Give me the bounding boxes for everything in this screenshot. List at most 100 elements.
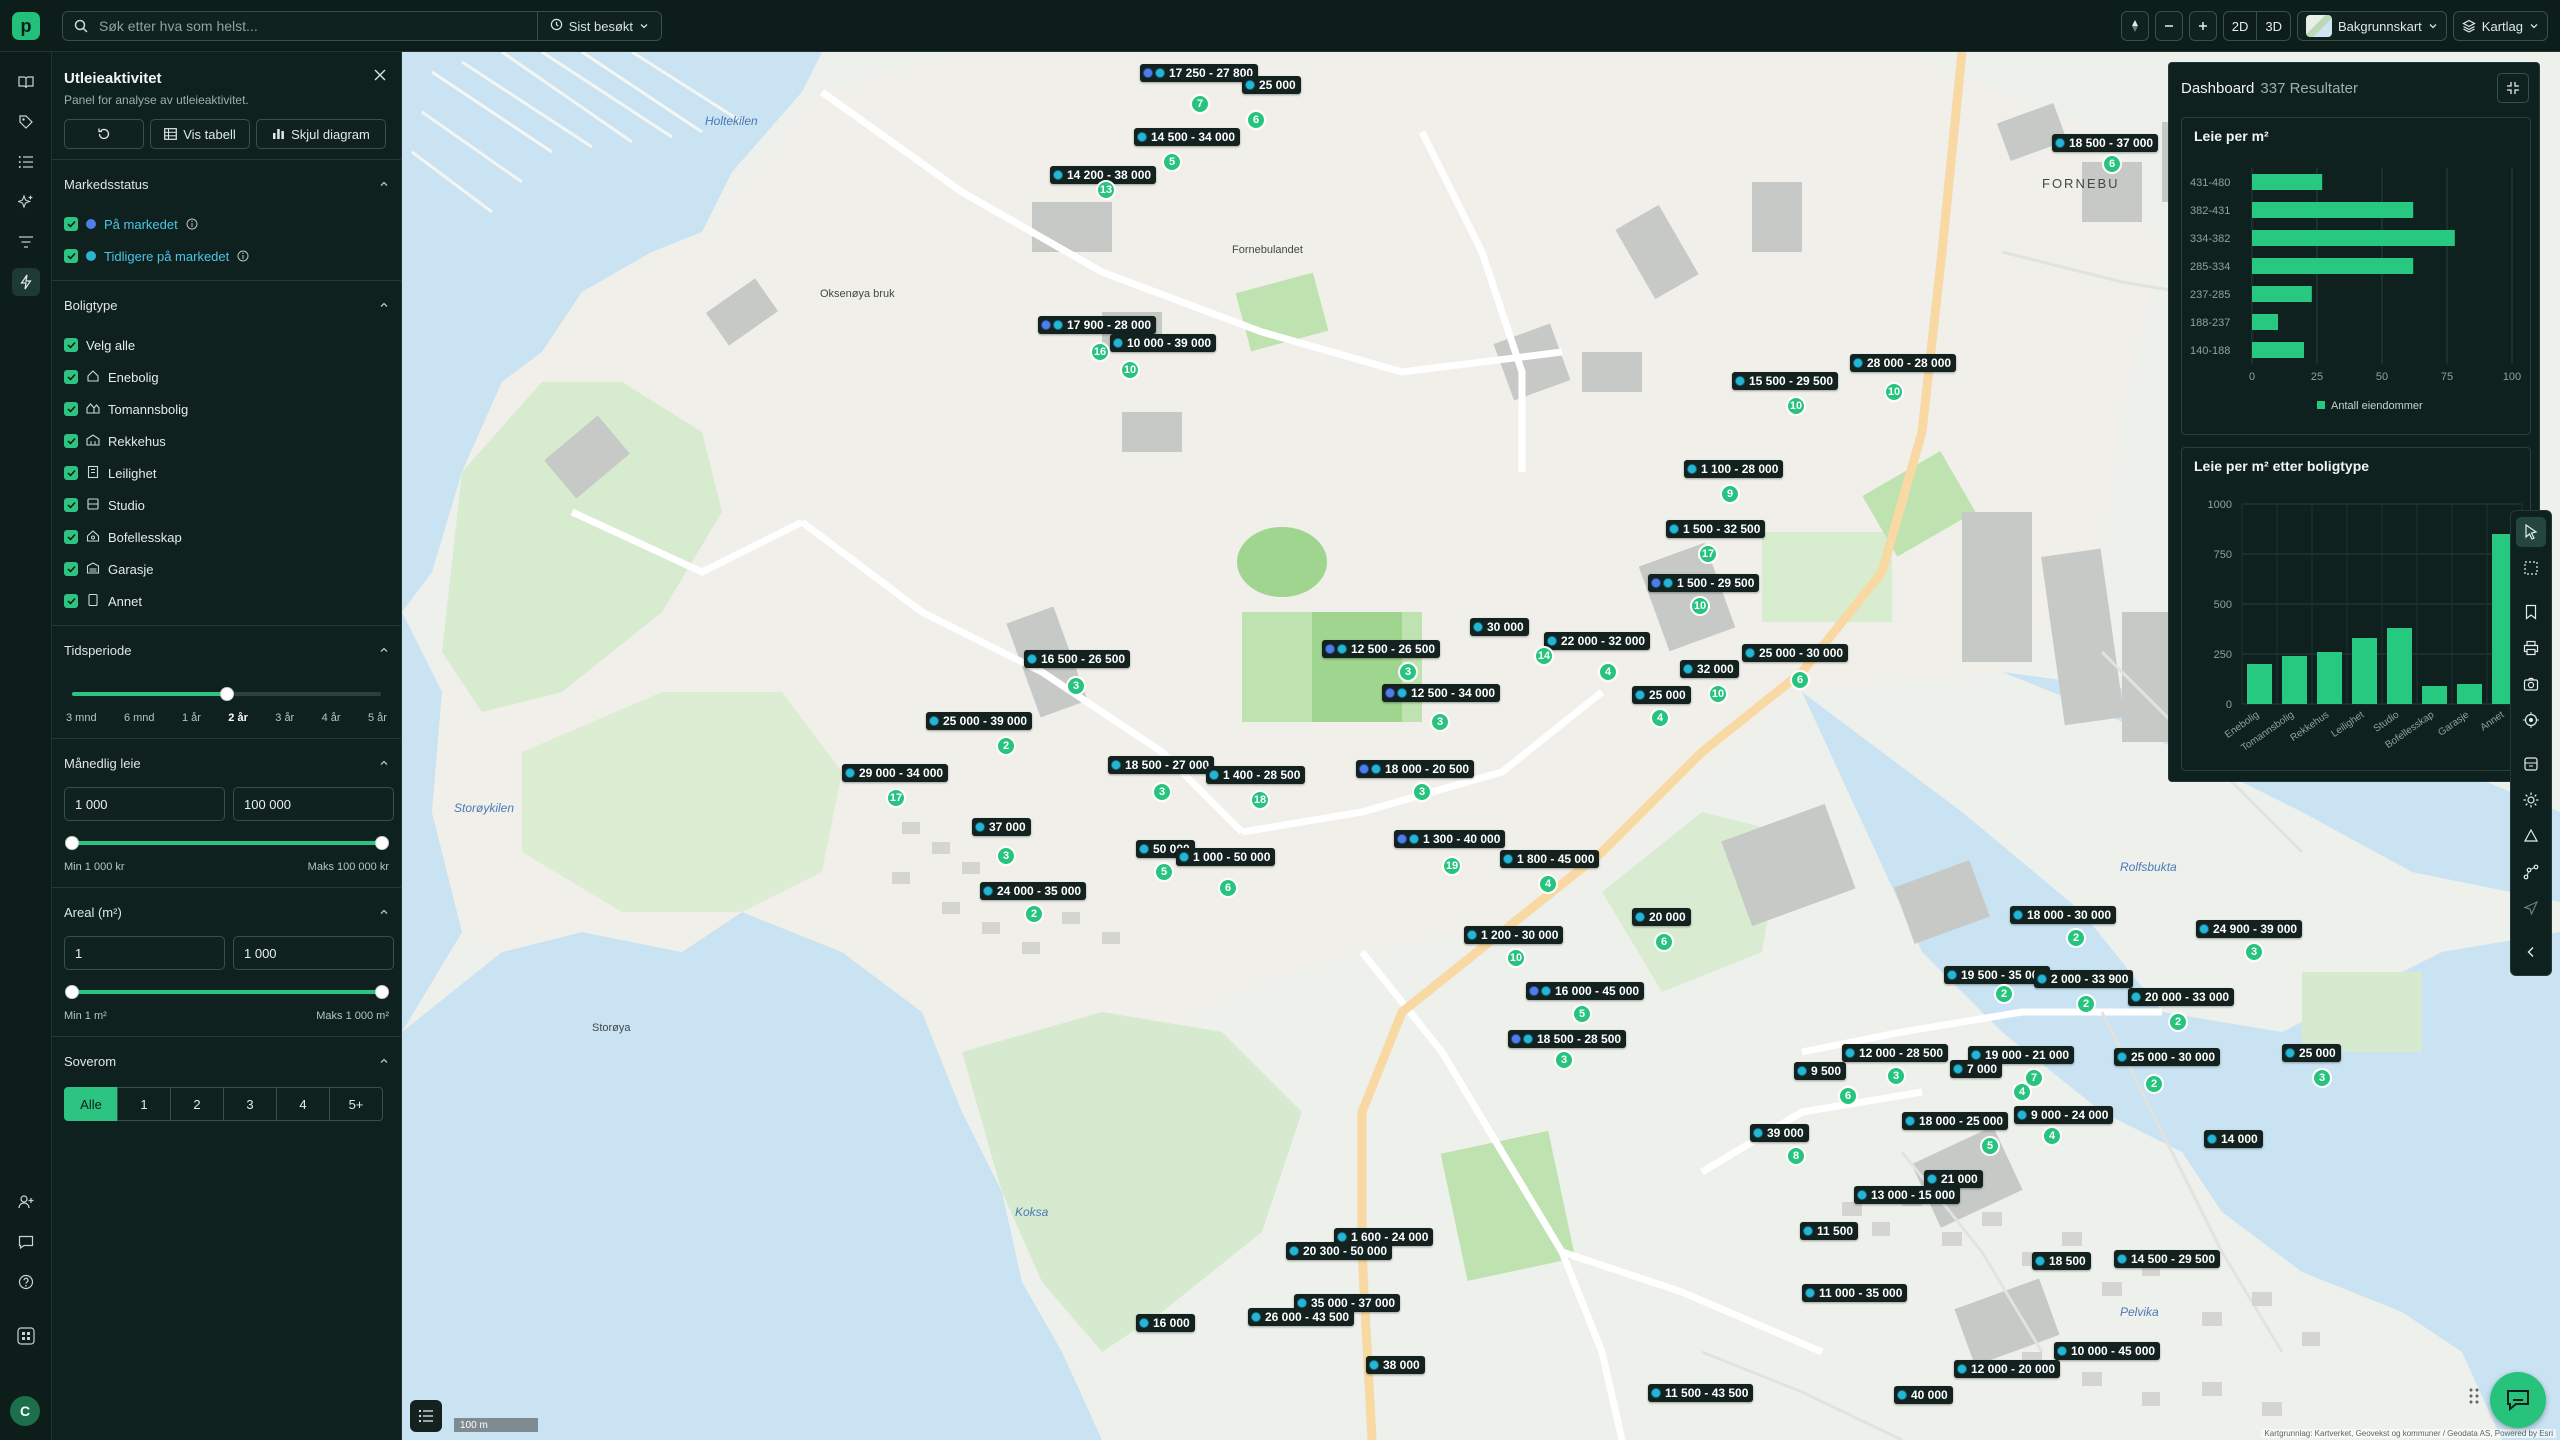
slider-min-handle[interactable] bbox=[65, 985, 79, 999]
listing-price-marker[interactable]: 11 000 - 35 000 bbox=[1802, 1284, 1908, 1302]
property-type-option[interactable]: Annet bbox=[64, 585, 389, 617]
tag-icon[interactable] bbox=[12, 108, 40, 136]
listing-price-marker[interactable]: 16 500 - 26 500 bbox=[1024, 650, 1131, 668]
property-type-option[interactable]: Velg alle bbox=[64, 329, 389, 361]
listing-price-marker[interactable]: 7 000 bbox=[1950, 1060, 2003, 1078]
time-period-tick[interactable]: 1 år bbox=[182, 712, 201, 724]
checkbox-checked-icon[interactable] bbox=[64, 402, 78, 416]
sparkles-icon[interactable] bbox=[12, 188, 40, 216]
target-icon[interactable] bbox=[2516, 705, 2546, 735]
checkbox-checked-icon[interactable] bbox=[64, 466, 78, 480]
recent-dropdown[interactable]: Sist besøkt bbox=[536, 12, 661, 40]
listing-price-marker[interactable]: 25 000 - 39 000 bbox=[926, 712, 1033, 730]
listing-cluster[interactable]: 10 bbox=[1884, 382, 1904, 402]
slider-min-handle[interactable] bbox=[65, 836, 79, 850]
measure-area-icon[interactable] bbox=[2516, 821, 2546, 851]
area-header[interactable]: Areal (m²) bbox=[64, 888, 389, 936]
filter-icon[interactable] bbox=[12, 228, 40, 256]
property-type-option[interactable]: Enebolig bbox=[64, 361, 389, 393]
listing-price-marker[interactable]: 1 200 - 30 000 bbox=[1464, 926, 1564, 944]
search-input[interactable] bbox=[99, 18, 537, 34]
bedroom-option[interactable]: 4 bbox=[276, 1087, 330, 1121]
listing-cluster[interactable]: 10 bbox=[1506, 948, 1526, 968]
listing-cluster[interactable]: 10 bbox=[1120, 360, 1140, 380]
listing-cluster[interactable]: 10 bbox=[1708, 684, 1728, 704]
compass-button[interactable] bbox=[2120, 11, 2149, 41]
property-type-option[interactable]: Tomannsbolig bbox=[64, 393, 389, 425]
listing-price-marker[interactable]: 24 900 - 39 000 bbox=[2196, 920, 2303, 938]
listing-price-marker[interactable]: 24 000 - 35 000 bbox=[980, 882, 1087, 900]
drag-handle-icon[interactable] bbox=[2468, 1387, 2480, 1410]
camera-icon[interactable] bbox=[2516, 669, 2546, 699]
property-type-option[interactable]: Garasje bbox=[64, 553, 389, 585]
listing-cluster[interactable]: 6 bbox=[2102, 154, 2122, 174]
checkbox-checked-icon[interactable] bbox=[64, 498, 78, 512]
listing-price-marker[interactable]: 18 500 bbox=[2032, 1252, 2091, 1270]
apps-grid-icon[interactable] bbox=[12, 1322, 40, 1350]
checkbox-checked-icon[interactable] bbox=[64, 338, 78, 352]
listing-price-marker[interactable]: 11 500 - 43 500 bbox=[1648, 1384, 1754, 1402]
listing-price-marker[interactable]: 37 000 bbox=[972, 818, 1031, 836]
collapse-dashboard-button[interactable] bbox=[2497, 73, 2529, 103]
listing-cluster[interactable]: 3 bbox=[1430, 712, 1450, 732]
help-icon[interactable] bbox=[12, 1268, 40, 1296]
listing-price-marker[interactable]: 16 000 - 45 000 bbox=[1526, 982, 1645, 1000]
property-type-option[interactable]: Rekkehus bbox=[64, 425, 389, 457]
listing-price-marker[interactable]: 30 000 bbox=[1470, 618, 1529, 636]
listing-price-marker[interactable]: 16 000 bbox=[1136, 1314, 1195, 1332]
listing-cluster[interactable]: 5 bbox=[1154, 862, 1174, 882]
checkbox-checked-icon[interactable] bbox=[64, 594, 78, 608]
listing-price-marker[interactable]: 26 000 - 43 500 bbox=[1248, 1308, 1355, 1326]
listing-cluster[interactable]: 3 bbox=[1412, 782, 1432, 802]
measure-distance-icon[interactable] bbox=[2516, 857, 2546, 887]
market-status-option-on-market[interactable]: På markedet bbox=[64, 208, 389, 240]
checkbox-checked-icon[interactable] bbox=[64, 249, 78, 263]
area-min-input[interactable] bbox=[64, 936, 225, 970]
listing-price-marker[interactable]: 25 000 - 30 000 bbox=[1742, 644, 1849, 662]
listing-cluster[interactable]: 3 bbox=[2312, 1068, 2332, 1088]
listing-cluster[interactable]: 16 bbox=[1090, 342, 1110, 362]
listing-cluster[interactable]: 2 bbox=[2144, 1074, 2164, 1094]
checkbox-checked-icon[interactable] bbox=[64, 562, 78, 576]
property-type-option[interactable]: Studio bbox=[64, 489, 389, 521]
listing-cluster[interactable]: 13 bbox=[1096, 180, 1116, 200]
navigate-icon[interactable] bbox=[2516, 893, 2546, 923]
listing-price-marker[interactable]: 1 500 - 29 500 bbox=[1648, 574, 1760, 592]
listing-price-marker[interactable]: 25 000 bbox=[1242, 76, 1301, 94]
user-add-icon[interactable] bbox=[12, 1188, 40, 1216]
cursor-icon[interactable] bbox=[2516, 517, 2546, 547]
rent-max-input[interactable] bbox=[233, 787, 394, 821]
reset-button[interactable] bbox=[64, 119, 144, 149]
listing-price-marker[interactable]: 13 000 - 15 000 bbox=[1854, 1186, 1961, 1204]
listing-cluster[interactable]: 3 bbox=[1152, 782, 1172, 802]
listing-cluster[interactable]: 8 bbox=[1786, 1146, 1806, 1166]
listing-price-marker[interactable]: 2 000 - 33 900 bbox=[2034, 970, 2134, 988]
listing-price-marker[interactable]: 25 000 bbox=[2282, 1044, 2341, 1062]
listing-cluster[interactable]: 4 bbox=[1538, 874, 1558, 894]
listing-price-marker[interactable]: 14 000 bbox=[2204, 1130, 2263, 1148]
info-icon[interactable] bbox=[186, 218, 198, 230]
listing-price-marker[interactable]: 12 500 - 34 000 bbox=[1382, 684, 1501, 702]
property-type-option[interactable]: Bofellesskap bbox=[64, 521, 389, 553]
bedroom-option[interactable]: 1 bbox=[117, 1087, 171, 1121]
listing-cluster[interactable]: 2 bbox=[2076, 994, 2096, 1014]
listing-price-marker[interactable]: 15 500 - 29 500 bbox=[1732, 372, 1839, 390]
listing-cluster[interactable]: 4 bbox=[2012, 1082, 2032, 1102]
listing-price-marker[interactable]: 1 100 - 28 000 bbox=[1684, 460, 1784, 478]
listing-price-marker[interactable]: 18 500 - 28 500 bbox=[1508, 1030, 1627, 1048]
listing-price-marker[interactable]: 20 000 - 33 000 bbox=[2128, 988, 2235, 1006]
listing-cluster[interactable]: 6 bbox=[1654, 932, 1674, 952]
area-range-slider[interactable] bbox=[64, 980, 389, 1004]
listing-cluster[interactable]: 4 bbox=[2042, 1126, 2062, 1146]
listing-cluster[interactable]: 6 bbox=[1218, 878, 1238, 898]
listing-price-marker[interactable]: 25 000 - 30 000 bbox=[2114, 1048, 2221, 1066]
lightning-icon[interactable] bbox=[12, 268, 40, 296]
zoom-in-button[interactable] bbox=[2188, 11, 2217, 41]
listing-price-marker[interactable]: 17 250 - 27 800 bbox=[1140, 64, 1259, 82]
view-2d-button[interactable]: 2D bbox=[2224, 12, 2257, 40]
listing-cluster[interactable]: 14 bbox=[1534, 646, 1554, 666]
checkbox-checked-icon[interactable] bbox=[64, 530, 78, 544]
listing-price-marker[interactable]: 38 000 bbox=[1366, 1356, 1425, 1374]
time-period-slider[interactable] bbox=[64, 682, 389, 706]
bedroom-option[interactable]: 5+ bbox=[329, 1087, 383, 1121]
